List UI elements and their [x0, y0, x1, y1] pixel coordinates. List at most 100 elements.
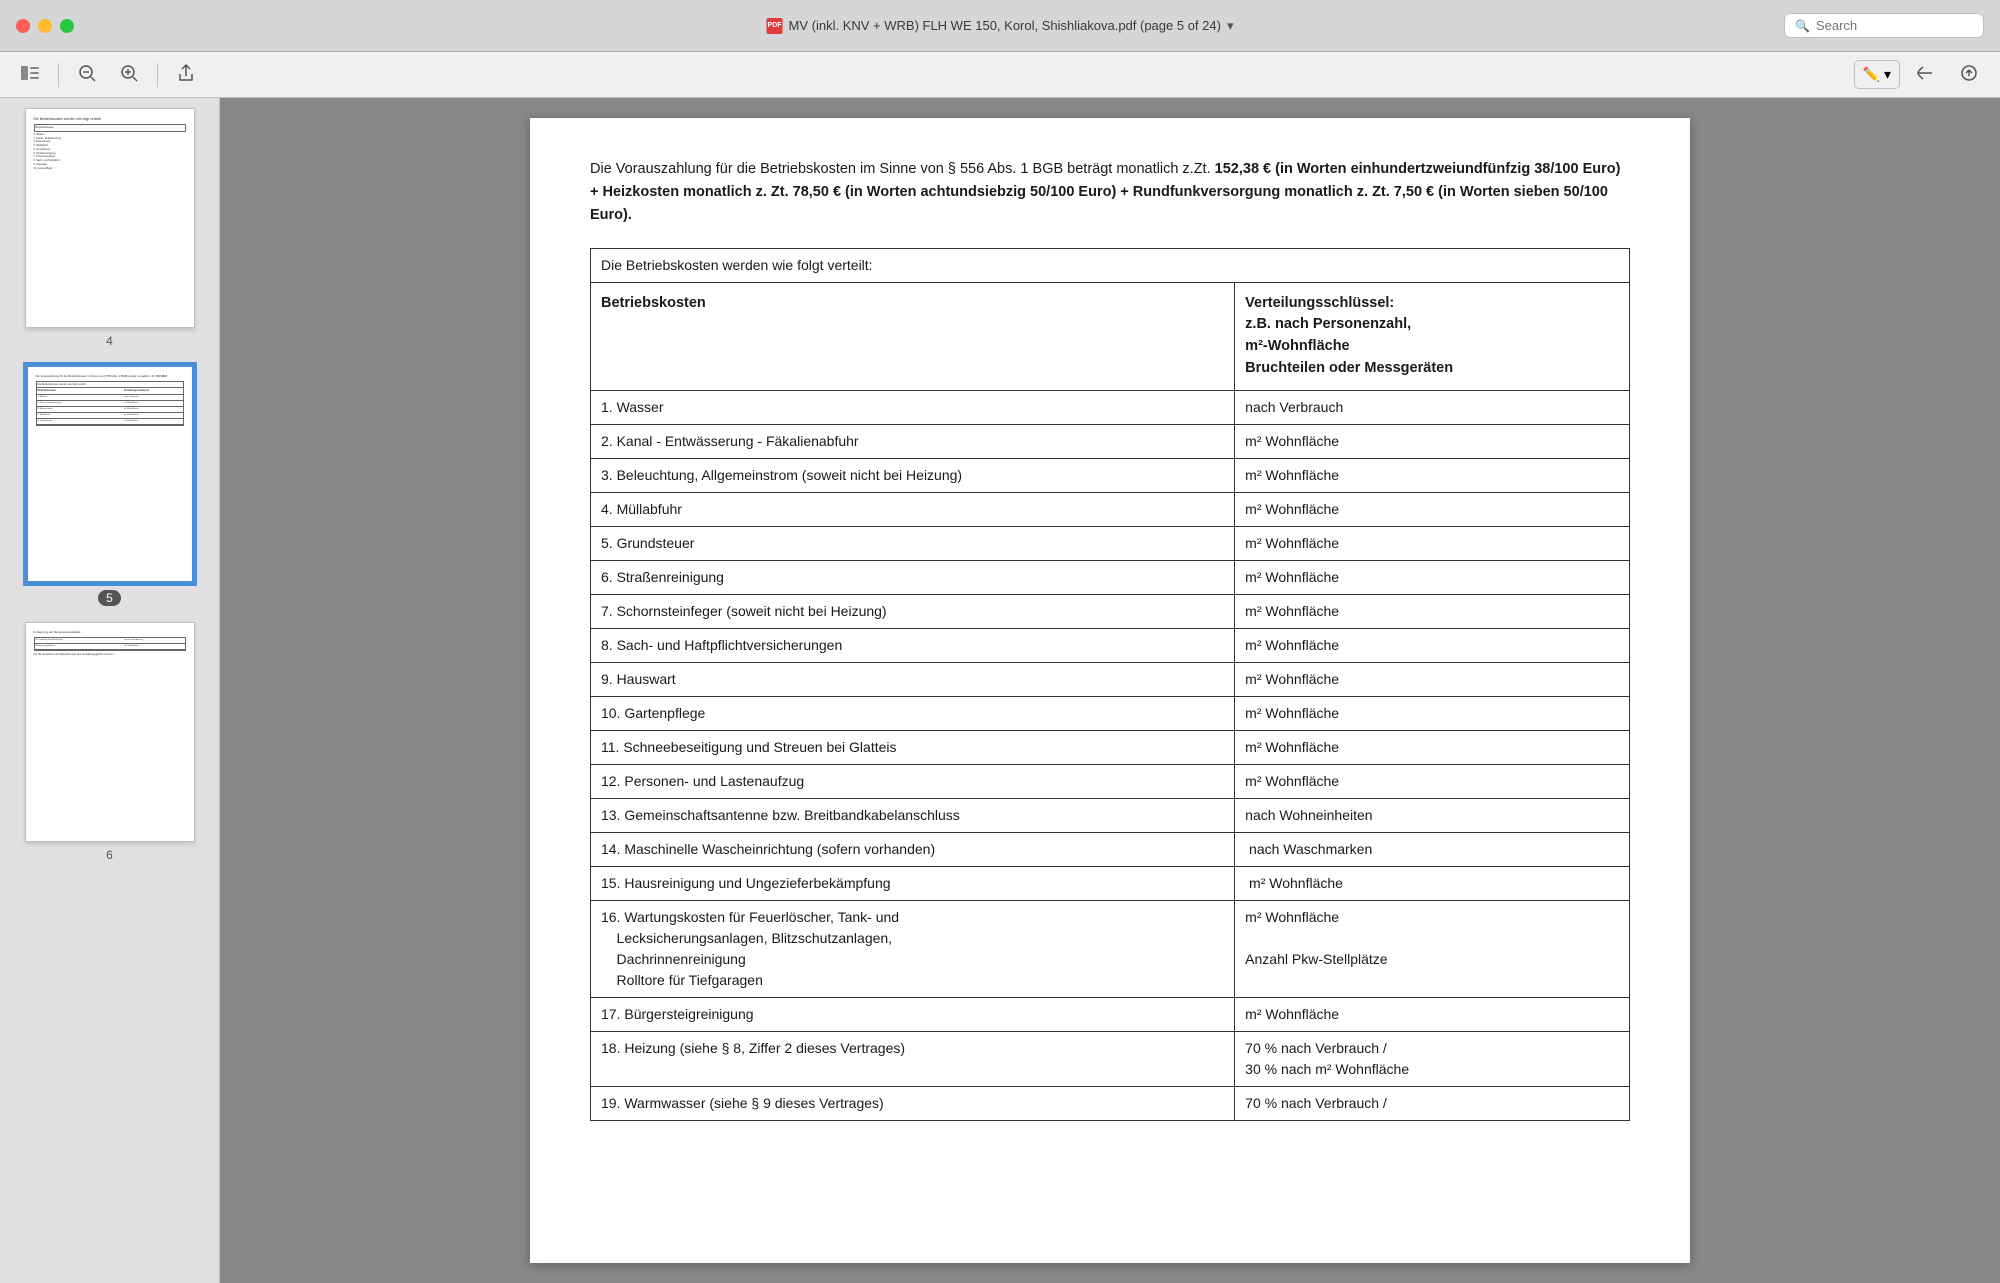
row-1-col2: nach Verbrauch: [1235, 390, 1630, 424]
zoom-out-button[interactable]: [69, 59, 105, 91]
row-14-col1: 14. Maschinelle Wascheinrichtung (sofern…: [591, 832, 1235, 866]
row-16-col1: 16. Wartungskosten für Feuerlöscher, Tan…: [591, 900, 1235, 997]
row-6-col1: 6. Straßenreinigung: [591, 560, 1235, 594]
main-area: Die Betriebskosten werden wie folgt vert…: [0, 98, 2000, 1283]
table-row: 10. Gartenpflege m² Wohnfläche: [591, 696, 1630, 730]
annotation-button[interactable]: ✏️ ▾: [1854, 60, 1900, 89]
row-7-col1: 7. Schornsteinfeger (soweit nicht bei He…: [591, 594, 1235, 628]
row-2-col2: m² Wohnfläche: [1235, 424, 1630, 458]
row-14-col2: nach Waschmarken: [1235, 832, 1630, 866]
page-number-6: 6: [106, 848, 113, 862]
toolbar-right: ✏️ ▾: [1854, 58, 1988, 92]
row-17-col1: 17. Bürgersteigreinigung: [591, 997, 1235, 1031]
maximize-button[interactable]: [60, 19, 74, 33]
zoom-in-icon: [120, 64, 138, 86]
sidebar-toggle-icon: [21, 66, 39, 84]
table-row: 4. Müllabfuhr m² Wohnfläche: [591, 492, 1630, 526]
row-1-col1: 1. Wasser: [591, 390, 1235, 424]
row-10-col1: 10. Gartenpflege: [591, 696, 1235, 730]
table-row: 18. Heizung (siehe § 8, Ziffer 2 dieses …: [591, 1031, 1630, 1086]
row-16-col2: m² Wohnfläche Anzahl Pkw-Stellplätze: [1235, 900, 1630, 997]
window-controls: [16, 19, 74, 33]
row-13-col1: 13. Gemeinschaftsantenne bzw. Breitbandk…: [591, 798, 1235, 832]
page-number-4: 4: [106, 334, 113, 348]
table-row: 11. Schneebeseitigung und Streuen bei Gl…: [591, 730, 1630, 764]
thumbnail-page-5[interactable]: Die Vorauszahlung für die Betriebskosten…: [25, 364, 195, 606]
row-6-col2: m² Wohnfläche: [1235, 560, 1630, 594]
row-11-col1: 11. Schneebeseitigung und Streuen bei Gl…: [591, 730, 1235, 764]
toolbar-separator-1: [58, 63, 59, 87]
pdf-file-icon: PDF: [767, 18, 783, 34]
table-row: 3. Beleuchtung, Allgemeinstrom (soweit n…: [591, 458, 1630, 492]
back-navigation-button[interactable]: [1906, 58, 1944, 92]
title-right: 🔍: [1784, 13, 1984, 38]
col1-header: Betriebskosten: [591, 282, 1235, 390]
chevron-icon[interactable]: ▾: [1227, 18, 1234, 34]
close-button[interactable]: [16, 19, 30, 33]
table-row: 14. Maschinelle Wascheinrichtung (sofern…: [591, 832, 1630, 866]
thumbnail-page-4[interactable]: Die Betriebskosten werden wie folgt vert…: [25, 108, 195, 348]
table-row: 1. Wasser nach Verbrauch: [591, 390, 1630, 424]
search-input[interactable]: [1816, 18, 1973, 33]
search-box[interactable]: 🔍: [1784, 13, 1984, 38]
forward-icon: [1959, 64, 1979, 86]
table-row: 16. Wartungskosten für Feuerlöscher, Tan…: [591, 900, 1630, 997]
pencil-icon: ✏️: [1863, 66, 1880, 83]
toolbar-separator-2: [157, 63, 158, 87]
col2-header: Verteilungsschlüssel: z.B. nach Personen…: [1235, 282, 1630, 390]
col2-header-line3: m²-Wohnfläche: [1245, 338, 1349, 354]
table-row: 8. Sach- und Haftpflichtversicherungen m…: [591, 628, 1630, 662]
row-4-col1: 4. Müllabfuhr: [591, 492, 1235, 526]
search-icon: 🔍: [1795, 19, 1810, 33]
row-17-col2: m² Wohnfläche: [1235, 997, 1630, 1031]
row-10-col2: m² Wohnfläche: [1235, 696, 1630, 730]
row-13-col2: nach Wohneinheiten: [1235, 798, 1630, 832]
share-button[interactable]: [168, 59, 204, 91]
thumbnail-page-6[interactable]: Fortsetzung der Betriebskostentabelle 20…: [25, 622, 195, 862]
row-15-col1: 15. Hausreinigung und Ungezieferbekämpfu…: [591, 866, 1235, 900]
table-row: 5. Grundsteuer m² Wohnfläche: [591, 526, 1630, 560]
intro-paragraph: Die Vorauszahlung für die Betriebskosten…: [590, 158, 1630, 228]
row-15-col2: m² Wohnfläche: [1235, 866, 1630, 900]
table-intro-row: Die Betriebskosten werden wie folgt vert…: [591, 248, 1630, 282]
table-row: 6. Straßenreinigung m² Wohnfläche: [591, 560, 1630, 594]
sidebar: Die Betriebskosten werden wie folgt vert…: [0, 98, 220, 1283]
amount-bold-1: 152,38 € (in Worten einhundertzweiundfün…: [590, 161, 1620, 223]
betriebskosten-table: Die Betriebskosten werden wie folgt vert…: [590, 248, 1630, 1121]
col2-header-title: Verteilungsschlüssel:: [1245, 295, 1394, 311]
page-number-5: 5: [98, 590, 121, 606]
row-3-col1: 3. Beleuchtung, Allgemeinstrom (soweit n…: [591, 458, 1235, 492]
forward-navigation-button[interactable]: [1950, 58, 1988, 92]
sidebar-toggle-button[interactable]: [12, 61, 48, 89]
row-4-col2: m² Wohnfläche: [1235, 492, 1630, 526]
row-8-col1: 8. Sach- und Haftpflichtversicherungen: [591, 628, 1235, 662]
row-5-col2: m² Wohnfläche: [1235, 526, 1630, 560]
thumb-frame-6: Fortsetzung der Betriebskostentabelle 20…: [25, 622, 195, 842]
back-icon: [1915, 64, 1935, 86]
thumb-frame-4: Die Betriebskosten werden wie folgt vert…: [25, 108, 195, 328]
col2-header-line4: Bruchteilen oder Messgeräten: [1245, 360, 1453, 376]
thumb-content-6: Fortsetzung der Betriebskostentabelle 20…: [26, 623, 194, 841]
row-18-col2: 70 % nach Verbrauch /30 % nach m² Wohnfl…: [1235, 1031, 1630, 1086]
table-row: 2. Kanal - Entwässerung - Fäkalienabfuhr…: [591, 424, 1630, 458]
row-7-col2: m² Wohnfläche: [1235, 594, 1630, 628]
zoom-in-button[interactable]: [111, 59, 147, 91]
table-row: 9. Hauswart m² Wohnfläche: [591, 662, 1630, 696]
annotation-dropdown-icon: ▾: [1884, 66, 1891, 83]
table-row: 12. Personen- und Lastenaufzug m² Wohnfl…: [591, 764, 1630, 798]
table-row: 17. Bürgersteigreinigung m² Wohnfläche: [591, 997, 1630, 1031]
row-8-col2: m² Wohnfläche: [1235, 628, 1630, 662]
row-19-col1: 19. Warmwasser (siehe § 9 dieses Vertrag…: [591, 1086, 1235, 1120]
table-row: 15. Hausreinigung und Ungezieferbekämpfu…: [591, 866, 1630, 900]
thumb-frame-5: Die Vorauszahlung für die Betriebskosten…: [25, 364, 195, 584]
row-5-col1: 5. Grundsteuer: [591, 526, 1235, 560]
row-12-col1: 12. Personen- und Lastenaufzug: [591, 764, 1235, 798]
title-center: PDF MV (inkl. KNV + WRB) FLH WE 150, Kor…: [767, 18, 1234, 34]
title-bar: PDF MV (inkl. KNV + WRB) FLH WE 150, Kor…: [0, 0, 2000, 52]
table-row: 13. Gemeinschaftsantenne bzw. Breitbandk…: [591, 798, 1630, 832]
row-9-col2: m² Wohnfläche: [1235, 662, 1630, 696]
minimize-button[interactable]: [38, 19, 52, 33]
window-title: MV (inkl. KNV + WRB) FLH WE 150, Korol, …: [789, 18, 1221, 33]
document-viewer[interactable]: Die Vorauszahlung für die Betriebskosten…: [220, 98, 2000, 1283]
toolbar: ✏️ ▾: [0, 52, 2000, 98]
